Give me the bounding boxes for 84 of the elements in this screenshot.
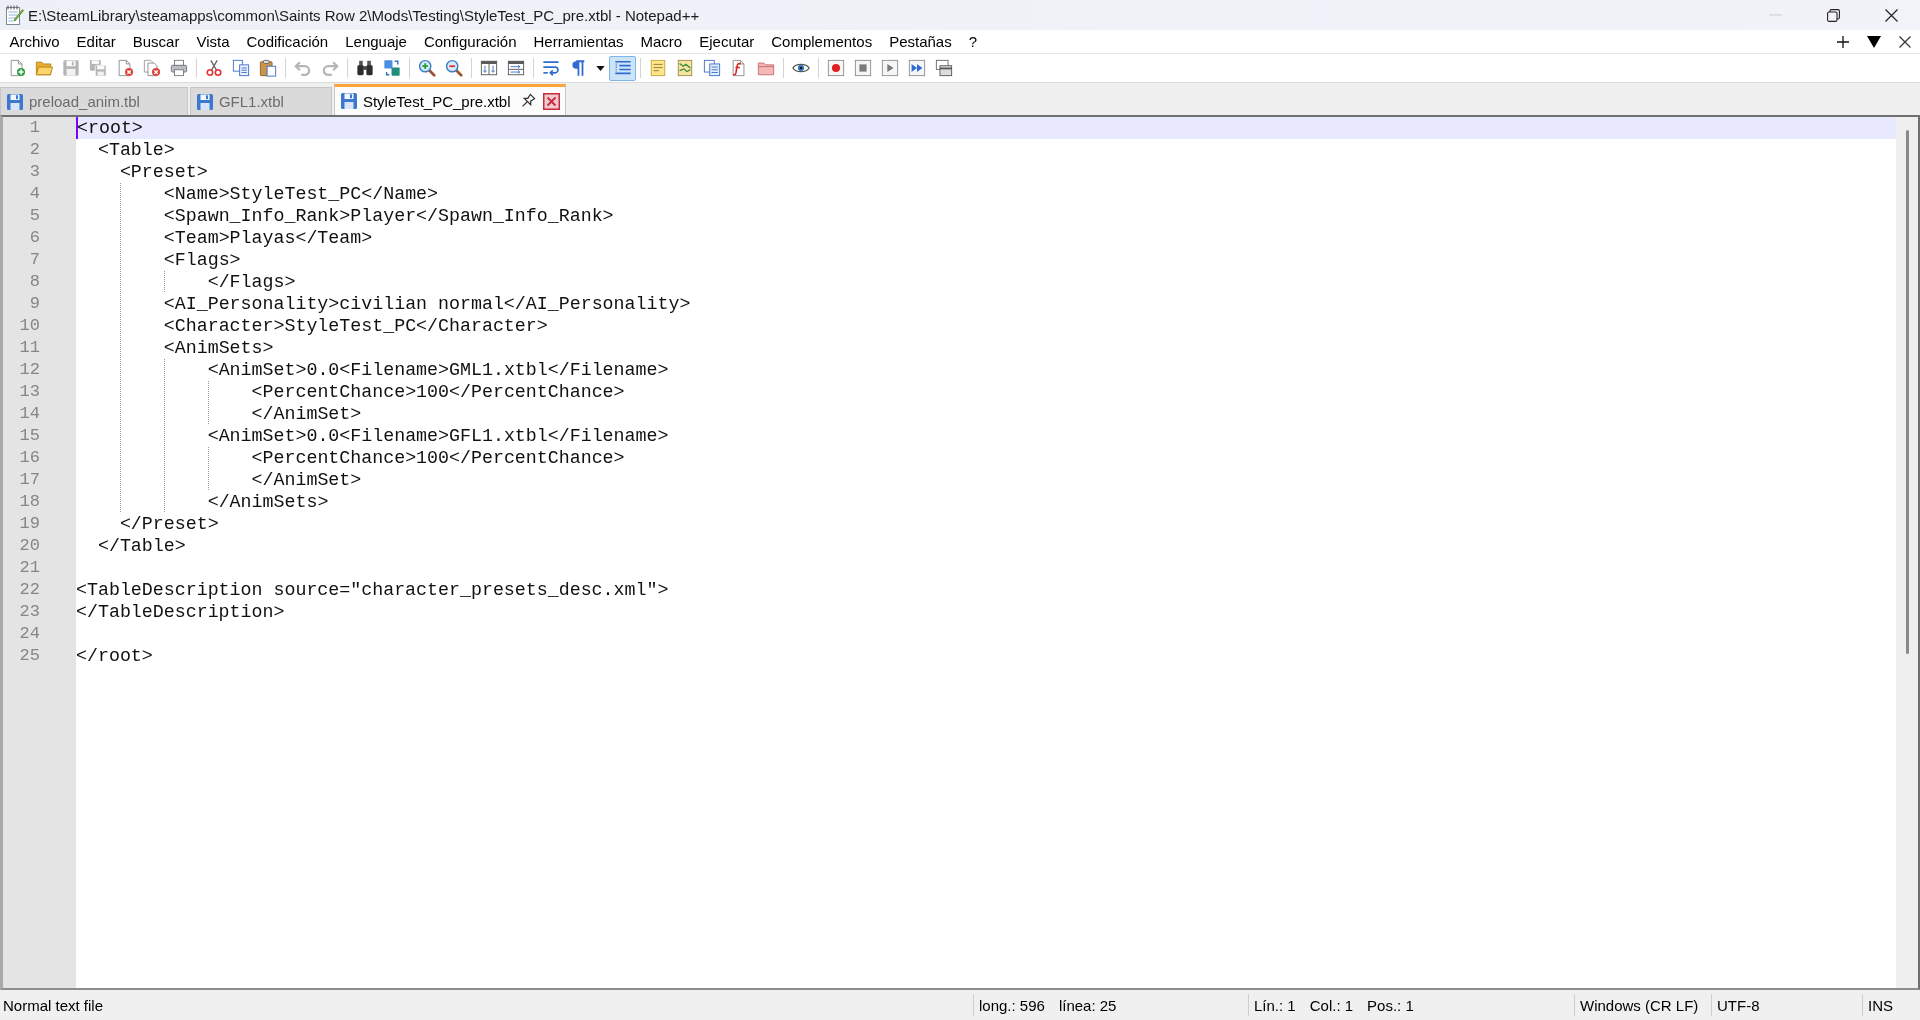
status-text: UTF-8 <box>1717 996 1760 1014</box>
line-number: 16 <box>18 447 41 469</box>
line-number: 2 <box>28 139 41 161</box>
menu-item[interactable]: Pestañas <box>880 30 961 53</box>
triangle-down-icon[interactable] <box>1866 35 1881 48</box>
menu-item[interactable]: Complementos <box>762 30 881 53</box>
menu-item[interactable]: Herramientas <box>525 30 633 53</box>
caret-down-icon[interactable] <box>595 65 605 71</box>
menu-item[interactable]: Codificación <box>238 30 337 53</box>
code-text: <Name>StyleTest_PC</Name> <box>163 183 439 205</box>
document-tab[interactable]: preload_anim.tbl <box>0 87 188 115</box>
code-text: <TableDescription source="character_presets_desc.xml"> <box>76 579 669 601</box>
line-number: 15 <box>18 425 41 447</box>
vertical-scrollbar[interactable] <box>1896 117 1918 988</box>
plus-icon[interactable] <box>1836 35 1849 48</box>
line-number: 7 <box>28 249 41 271</box>
code-text: <PercentChance>100</PercentChance> <box>251 381 625 403</box>
code-text: </AnimSet> <box>251 469 362 491</box>
line-number: 21 <box>18 557 41 579</box>
menu-item[interactable]: ? <box>960 30 986 53</box>
window-title: E:\SteamLibrary\steamapps\common\Saints Row 2\Mods\Testing\StyleTest_PC_pre.xtbl - Notepad++ <box>28 6 700 24</box>
line-number: 11 <box>18 337 41 359</box>
line-number: 17 <box>18 469 41 491</box>
close-icon[interactable] <box>1898 35 1911 48</box>
line-number: 1 <box>28 117 41 139</box>
line-number: 24 <box>18 623 41 645</box>
code-text: <Flags> <box>163 249 241 271</box>
status-text: INS <box>1868 996 1893 1014</box>
code-text: <AnimSets> <box>163 337 274 359</box>
code-text: <Character>StyleTest_PC</Character> <box>163 315 548 337</box>
status-text: Lín.: 1 <box>1254 996 1296 1014</box>
code-text: <Preset> <box>119 161 208 183</box>
code-text: <AnimSet>0.0<Filename>GML1.xtbl</Filename> <box>207 359 669 381</box>
code-text: </AnimSet> <box>251 403 362 425</box>
line-number: 5 <box>28 205 41 227</box>
code-text: <Spawn_Info_Rank>Player</Spawn_Info_Rank> <box>163 205 614 227</box>
menu-item[interactable]: Macro <box>632 30 691 53</box>
status-text: Pos.: 1 <box>1367 996 1414 1014</box>
line-number: 4 <box>28 183 41 205</box>
line-number: 12 <box>18 359 41 381</box>
status-text: línea: 25 <box>1058 996 1117 1014</box>
code-text: <Table> <box>97 139 175 161</box>
document-tab[interactable]: GFL1.xtbl <box>189 87 332 115</box>
line-number: 25 <box>18 645 41 667</box>
code-text: <AnimSet>0.0<Filename>GFL1.xtbl</Filename> <box>207 425 669 447</box>
menu-item[interactable]: Archivo <box>1 30 69 53</box>
notepad-icon <box>5 5 24 25</box>
code-text: </Table> <box>97 535 186 557</box>
code-text: </Preset> <box>119 513 219 535</box>
line-number: 23 <box>18 601 41 623</box>
line-number: 13 <box>18 381 41 403</box>
menu-item[interactable]: Configuración <box>415 30 525 53</box>
code-text: <AI_Personality>civilian normal</AI_Personality> <box>163 293 691 315</box>
code-text: </AnimSets> <box>207 491 329 513</box>
code-text: </root> <box>76 645 153 667</box>
menu-item[interactable]: Editar <box>68 30 125 53</box>
document-tab[interactable]: StyleTest_PC_pre.xtbl <box>333 84 566 115</box>
line-number: 18 <box>18 491 41 513</box>
status-text: Col.: 1 <box>1309 996 1354 1014</box>
line-number: 6 <box>28 227 41 249</box>
status-text: Windows (CR LF) <box>1580 996 1699 1014</box>
code-text: </TableDescription> <box>76 601 285 623</box>
restore-icon[interactable] <box>1826 8 1840 22</box>
menu-item[interactable]: Vista <box>187 30 238 53</box>
status-text: long.: 596 <box>979 996 1045 1014</box>
line-number: 10 <box>18 315 41 337</box>
line-number: 3 <box>28 161 41 183</box>
menu-item[interactable]: Lenguaje <box>336 30 416 53</box>
line-number: 20 <box>18 535 41 557</box>
line-number: 14 <box>18 403 41 425</box>
code-text: <root> <box>77 117 143 139</box>
text-cursor-icon <box>76 117 78 139</box>
code-text: <PercentChance>100</PercentChance> <box>251 447 625 469</box>
line-number: 22 <box>18 579 41 601</box>
scrollbar-thumb[interactable] <box>1905 130 1909 654</box>
menu-item[interactable]: Buscar <box>124 30 188 53</box>
line-number: 8 <box>28 271 41 293</box>
menu-item[interactable]: Ejecutar <box>690 30 763 53</box>
status-text: Normal text file <box>3 996 104 1014</box>
line-number: 9 <box>28 293 41 315</box>
code-text: <Team>Playas</Team> <box>163 227 373 249</box>
line-number: 19 <box>18 513 41 535</box>
close-icon[interactable] <box>1884 8 1898 22</box>
code-text: </Flags> <box>207 271 296 293</box>
